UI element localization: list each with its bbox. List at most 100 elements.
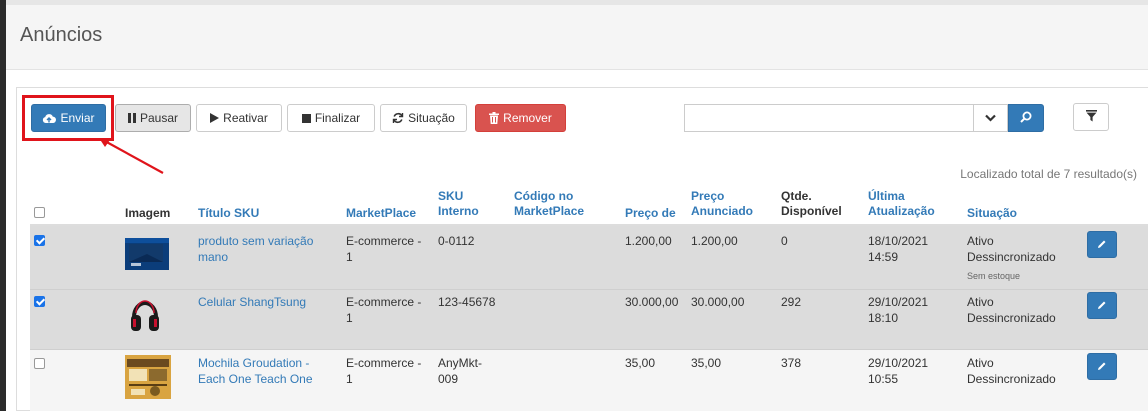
marketplace-line2: 1	[346, 250, 353, 264]
col-header-preco-anunciado-line2: Anunciado	[691, 204, 753, 218]
sku-line1: 0-0112	[438, 234, 475, 248]
status-cell: Ativo Dessincronizado	[967, 294, 1056, 326]
col-header-image: Imagem	[125, 206, 171, 220]
pencil-icon	[1097, 238, 1107, 252]
updated-time: 10:55	[868, 372, 899, 386]
remove-button[interactable]: Remover	[475, 104, 566, 132]
annotation-arrow	[99, 138, 164, 174]
filter-button[interactable]	[1073, 103, 1109, 131]
col-header-preco-anunciado[interactable]: Preço Anunciado	[691, 189, 753, 219]
col-header-ultima-atualizacao[interactable]: Última Atualização	[868, 189, 935, 219]
pause-button[interactable]: Pausar	[115, 104, 191, 132]
edit-button[interactable]	[1087, 353, 1117, 380]
marketplace-line2: 1	[346, 372, 353, 386]
pause-label: Pausar	[139, 111, 179, 125]
product-thumbnail	[125, 236, 169, 272]
sku-line2: 009	[438, 372, 459, 386]
preco-de-cell: 1.200,00	[625, 234, 672, 248]
header-top-line	[6, 0, 1148, 5]
marketplace-cell: E-commerce - 1	[346, 294, 421, 326]
status-line1: Ativo	[967, 356, 994, 370]
product-title-line2: Each One Teach One	[198, 372, 313, 386]
product-title-link[interactable]: Celular ShangTsung	[198, 294, 306, 310]
sku-line1: 123-45678	[438, 295, 496, 309]
marketplace-cell: E-commerce - 1	[346, 233, 421, 265]
updated-cell: 18/10/2021 14:59	[868, 233, 928, 265]
updated-time: 14:59	[868, 250, 899, 264]
qtde-cell: 0	[781, 234, 788, 248]
status-cell: Ativo Dessincronizado	[967, 355, 1056, 387]
qtde-cell: 378	[781, 356, 802, 370]
row-checkbox[interactable]	[34, 358, 45, 369]
updated-date: 29/10/2021	[868, 356, 929, 370]
pause-icon	[127, 113, 136, 123]
sku-line1: AnyMkt-	[438, 356, 483, 370]
col-header-situacao[interactable]: Situação	[967, 206, 1017, 221]
product-title-line1: produto sem variação	[198, 234, 314, 248]
product-title-line1: Mochila Groudation -	[198, 356, 310, 370]
status-button[interactable]: Situação	[380, 104, 467, 132]
reactivate-button[interactable]: Reativar	[196, 104, 282, 132]
product-thumbnail	[125, 355, 171, 399]
finish-button[interactable]: Finalizar	[287, 104, 375, 132]
col-header-qtde-line2: Disponível	[781, 204, 842, 218]
sku-cell: AnyMkt- 009	[438, 355, 482, 387]
row-checkbox[interactable]	[34, 235, 45, 246]
product-title-link[interactable]: Mochila Groudation - Each One Teach One	[198, 355, 313, 387]
results-total: Localizado total de 7 resultado(s)	[960, 167, 1137, 181]
preco-anunciado-cell: 30.000,00	[691, 295, 745, 309]
edit-button[interactable]	[1087, 231, 1117, 258]
preco-anunciado-cell: 1.200,00	[691, 234, 738, 248]
updated-cell: 29/10/2021 10:55	[868, 355, 928, 387]
pencil-icon	[1097, 360, 1107, 374]
pencil-icon	[1097, 299, 1107, 313]
marketplace-line1: E-commerce -	[346, 234, 422, 248]
stop-icon	[301, 113, 311, 123]
play-icon	[210, 113, 220, 123]
remove-label: Remover	[503, 111, 552, 125]
status-line1: Ativo	[967, 234, 994, 248]
finish-label: Finalizar	[314, 111, 361, 125]
col-header-title-sku[interactable]: Título SKU	[198, 206, 259, 221]
page-title: Anúncios	[20, 24, 103, 46]
col-header-sku-interno[interactable]: SKU Interno	[438, 189, 479, 219]
product-thumbnail	[125, 293, 165, 337]
search-button[interactable]	[1008, 104, 1044, 132]
chevron-down-icon	[985, 111, 996, 125]
marketplace-line1: E-commerce -	[346, 295, 422, 309]
preco-anunciado-cell: 35,00	[691, 356, 722, 370]
marketplace-line1: E-commerce -	[346, 356, 422, 370]
col-header-marketplace[interactable]: MarketPlace	[346, 206, 416, 221]
col-header-qtde-disponivel: Qtde. Disponível	[781, 189, 842, 219]
status-line2: Dessincronizado	[967, 311, 1056, 325]
edit-button[interactable]	[1087, 292, 1117, 319]
col-header-ultima-line2: Atualização	[868, 204, 935, 218]
product-title-link[interactable]: produto sem variação mano	[198, 233, 313, 265]
col-header-codigo-line1: Código no	[514, 189, 574, 203]
updated-date: 29/10/2021	[868, 295, 929, 309]
updated-cell: 29/10/2021 18:10	[868, 294, 928, 326]
sku-cell: 0-0112	[438, 233, 474, 249]
page-header: Anúncios	[6, 0, 1148, 70]
col-header-preco-anunciado-line1: Preço	[691, 189, 725, 203]
search-input[interactable]	[684, 104, 974, 132]
reactivate-label: Reativar	[223, 111, 268, 125]
row-checkbox[interactable]	[34, 296, 45, 307]
status-cell: Ativo Dessincronizado	[967, 233, 1056, 265]
status-line2: Dessincronizado	[967, 250, 1056, 264]
trash-icon	[489, 112, 500, 124]
qtde-cell: 292	[781, 295, 802, 309]
col-header-codigo-line2: MarketPlace	[514, 204, 585, 218]
updated-time: 18:10	[868, 311, 899, 325]
marketplace-line2: 1	[346, 311, 353, 325]
refresh-icon	[392, 112, 404, 124]
preco-de-cell: 35,00	[625, 356, 656, 370]
sku-cell: 123-45678	[438, 294, 495, 310]
col-header-codigo-marketplace[interactable]: Código no MarketPlace	[514, 189, 584, 219]
col-header-sku-interno-line2: Interno	[438, 204, 479, 218]
search-dropdown-toggle[interactable]	[973, 104, 1008, 132]
select-all-checkbox[interactable]	[34, 207, 45, 218]
col-header-preco-de[interactable]: Preço de	[625, 206, 676, 221]
marketplace-cell: E-commerce - 1	[346, 355, 421, 387]
search-icon	[1020, 111, 1032, 126]
